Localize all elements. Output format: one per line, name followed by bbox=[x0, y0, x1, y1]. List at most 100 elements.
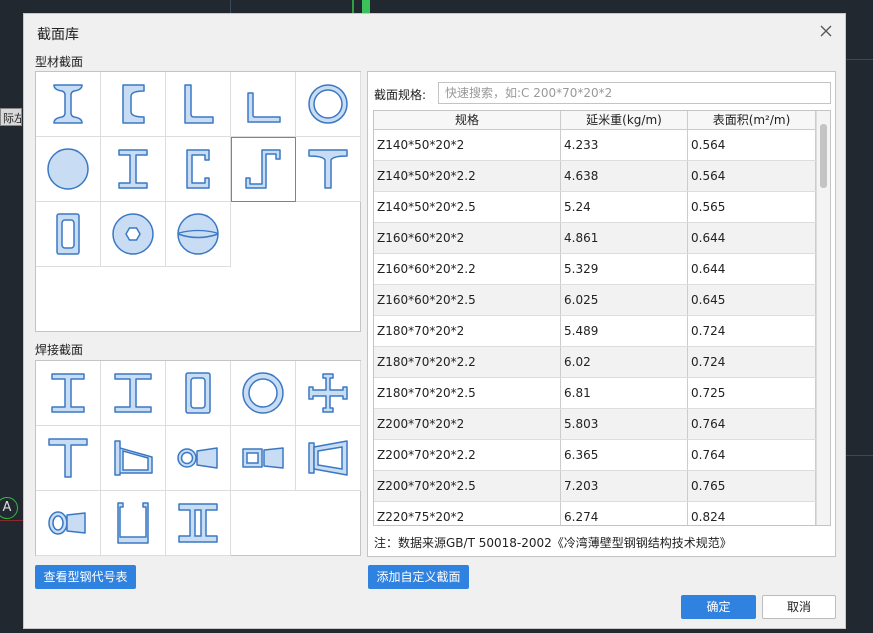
cell-area: 0.645 bbox=[688, 285, 816, 315]
add-custom-section-button[interactable]: 添加自定义截面 bbox=[368, 565, 469, 589]
profile-cell[interactable] bbox=[36, 202, 101, 267]
table-row[interactable]: Z180*70*20*2.5 6.81 0.725 bbox=[374, 378, 830, 409]
welded-cell[interactable] bbox=[166, 426, 231, 491]
profile-section-panel bbox=[35, 71, 361, 332]
profile-cell[interactable] bbox=[166, 72, 231, 137]
profile-cell-selected[interactable] bbox=[231, 137, 296, 202]
welded-cell[interactable] bbox=[166, 491, 231, 556]
half-round-icon bbox=[177, 213, 219, 255]
cell-spec: Z160*60*20*2.5 bbox=[374, 285, 561, 315]
cell-area: 0.644 bbox=[688, 254, 816, 284]
table-row[interactable]: Z180*70*20*2 5.489 0.724 bbox=[374, 316, 830, 347]
table-row[interactable]: Z140*50*20*2.2 4.638 0.564 bbox=[374, 161, 830, 192]
profile-cell[interactable] bbox=[296, 137, 361, 202]
close-icon[interactable] bbox=[819, 24, 833, 38]
ok-button[interactable]: 确定 bbox=[681, 595, 756, 619]
cell-area: 0.724 bbox=[688, 347, 816, 377]
profile-cell[interactable] bbox=[296, 72, 361, 137]
profile-section-label: 型材截面 bbox=[35, 55, 84, 69]
profile-cell[interactable] bbox=[101, 137, 166, 202]
tapered-i-icon bbox=[114, 440, 153, 476]
cell-weight: 6.02 bbox=[561, 347, 688, 377]
profile-cell[interactable] bbox=[101, 72, 166, 137]
table-body: Z140*50*20*2 4.233 0.564 Z140*50*20*2.2 4.6… bbox=[374, 130, 830, 525]
welded-cell[interactable] bbox=[101, 426, 166, 491]
cell-area: 0.564 bbox=[688, 130, 816, 160]
cell-spec: Z160*60*20*2.2 bbox=[374, 254, 561, 284]
column-header-area[interactable]: 表面积(m²/m) bbox=[688, 111, 816, 129]
table-row[interactable]: Z180*70*20*2.2 6.02 0.724 bbox=[374, 347, 830, 378]
welded-cell[interactable] bbox=[231, 361, 296, 426]
table-row[interactable]: Z200*70*20*2.5 7.203 0.765 bbox=[374, 471, 830, 502]
cad-red-line bbox=[846, 59, 873, 60]
column-header-spec[interactable]: 规格 bbox=[374, 111, 561, 129]
welded-cell[interactable] bbox=[296, 361, 361, 426]
spec-table: 规格 延米重(kg/m) 表面积(m²/m) Z140*50*20*2 4.233… bbox=[373, 110, 831, 526]
cell-spec: Z180*70*20*2.2 bbox=[374, 347, 561, 377]
cad-grid-line bbox=[230, 0, 231, 13]
pipe-taper-icon bbox=[177, 447, 218, 469]
cad-left-label: 际左键 bbox=[0, 108, 22, 126]
lipped-channel-icon bbox=[186, 149, 210, 189]
welded-i-beam-icon bbox=[51, 373, 85, 413]
table-scrollbar[interactable] bbox=[816, 111, 830, 525]
welded-cell[interactable] bbox=[231, 426, 296, 491]
spec-panel: 截面规格: 快速搜索，如:C 200*70*20*2 规格 延米重(kg/m) … bbox=[367, 71, 836, 557]
i-beam-icon bbox=[53, 84, 83, 124]
cell-area: 0.765 bbox=[688, 471, 816, 501]
cell-spec: Z220*75*20*2 bbox=[374, 502, 561, 525]
cell-spec: Z200*70*20*2.2 bbox=[374, 440, 561, 470]
cell-spec: Z180*70*20*2.5 bbox=[374, 378, 561, 408]
cell-weight: 6.274 bbox=[561, 502, 688, 525]
scrollbar-thumb[interactable] bbox=[820, 124, 827, 188]
cad-axis-label: A bbox=[0, 497, 18, 519]
cell-weight: 5.24 bbox=[561, 192, 688, 222]
table-row[interactable]: Z140*50*20*2 4.233 0.564 bbox=[374, 130, 830, 161]
table-row[interactable]: Z160*60*20*2.2 5.329 0.644 bbox=[374, 254, 830, 285]
profile-cell[interactable] bbox=[36, 72, 101, 137]
welded-box-icon bbox=[185, 372, 211, 414]
t-section-icon bbox=[308, 149, 348, 189]
unequal-angle-icon bbox=[247, 92, 281, 123]
column-header-weight[interactable]: 延米重(kg/m) bbox=[561, 111, 688, 129]
welded-cell[interactable] bbox=[166, 361, 231, 426]
profile-cell[interactable] bbox=[231, 72, 296, 137]
profile-cell[interactable] bbox=[36, 137, 101, 202]
welded-cell[interactable] bbox=[101, 361, 166, 426]
cell-weight: 4.861 bbox=[561, 223, 688, 253]
cell-weight: 5.329 bbox=[561, 254, 688, 284]
profile-cell[interactable] bbox=[166, 202, 231, 267]
search-input[interactable]: 快速搜索，如:C 200*70*20*2 bbox=[438, 82, 831, 104]
pipe-icon bbox=[308, 84, 348, 124]
view-code-table-button[interactable]: 查看型钢代号表 bbox=[35, 565, 136, 589]
profile-cell[interactable] bbox=[166, 137, 231, 202]
cell-area: 0.764 bbox=[688, 409, 816, 439]
table-row[interactable]: Z200*70*20*2 5.803 0.764 bbox=[374, 409, 830, 440]
welded-cell[interactable] bbox=[296, 426, 361, 491]
cell-weight: 6.365 bbox=[561, 440, 688, 470]
section-library-dialog: 截面库 型材截面 焊接截面 截面规格: 快速搜索，如:C 200*70*20*2… bbox=[23, 13, 846, 629]
double-channel-icon bbox=[178, 503, 218, 543]
cad-red-line bbox=[0, 520, 23, 521]
profile-cell[interactable] bbox=[101, 202, 166, 267]
welded-section-panel bbox=[35, 360, 361, 556]
table-row[interactable]: Z140*50*20*2.5 5.24 0.565 bbox=[374, 192, 830, 223]
cancel-button[interactable]: 取消 bbox=[762, 595, 836, 619]
welded-cell[interactable] bbox=[36, 491, 101, 556]
welded-h-beam-icon bbox=[114, 373, 152, 413]
table-row[interactable]: Z160*60*20*2.5 6.025 0.645 bbox=[374, 285, 830, 316]
h-beam-icon bbox=[118, 149, 148, 189]
cell-weight: 6.025 bbox=[561, 285, 688, 315]
welded-cell[interactable] bbox=[101, 491, 166, 556]
welded-cell[interactable] bbox=[36, 426, 101, 491]
welded-cell[interactable] bbox=[36, 361, 101, 426]
table-row[interactable]: Z220*75*20*2 6.274 0.824 bbox=[374, 502, 830, 525]
table-row[interactable]: Z160*60*20*2 4.861 0.644 bbox=[374, 223, 830, 254]
table-header: 规格 延米重(kg/m) 表面积(m²/m) bbox=[374, 111, 830, 130]
welded-t-icon bbox=[48, 438, 88, 478]
rect-tube-icon bbox=[56, 213, 80, 255]
cad-red-line bbox=[846, 455, 873, 456]
round-bar-icon bbox=[47, 148, 89, 190]
table-row[interactable]: Z200*70*20*2.2 6.365 0.764 bbox=[374, 440, 830, 471]
u-section-icon bbox=[117, 502, 149, 544]
